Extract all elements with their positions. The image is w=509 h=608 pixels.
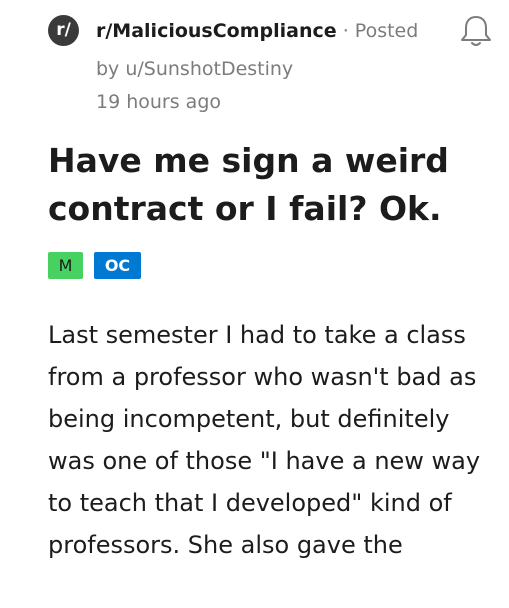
subreddit-link[interactable]: r/MaliciousCompliance [96, 20, 337, 42]
post-title[interactable]: Have me sign a weird contract or I fail?… [48, 137, 488, 233]
subreddit-avatar[interactable]: r/ [48, 15, 79, 46]
flair-badge-oc[interactable]: OC [94, 252, 141, 279]
posted-label: Posted [354, 20, 419, 42]
bell-icon[interactable] [458, 14, 494, 48]
meta-separator: · [342, 20, 349, 42]
post-body: Last semester I had to take a class from… [48, 321, 481, 559]
author-link[interactable]: by u/SunshotDestiny [96, 57, 293, 81]
post-header: r/ r/MaliciousCompliance · Posted by u/S… [48, 14, 509, 118]
flair-badge-m[interactable]: M [48, 252, 83, 279]
post-timestamp: 19 hours ago [96, 91, 222, 113]
post-meta-line: r/MaliciousCompliance · Posted [96, 18, 418, 44]
